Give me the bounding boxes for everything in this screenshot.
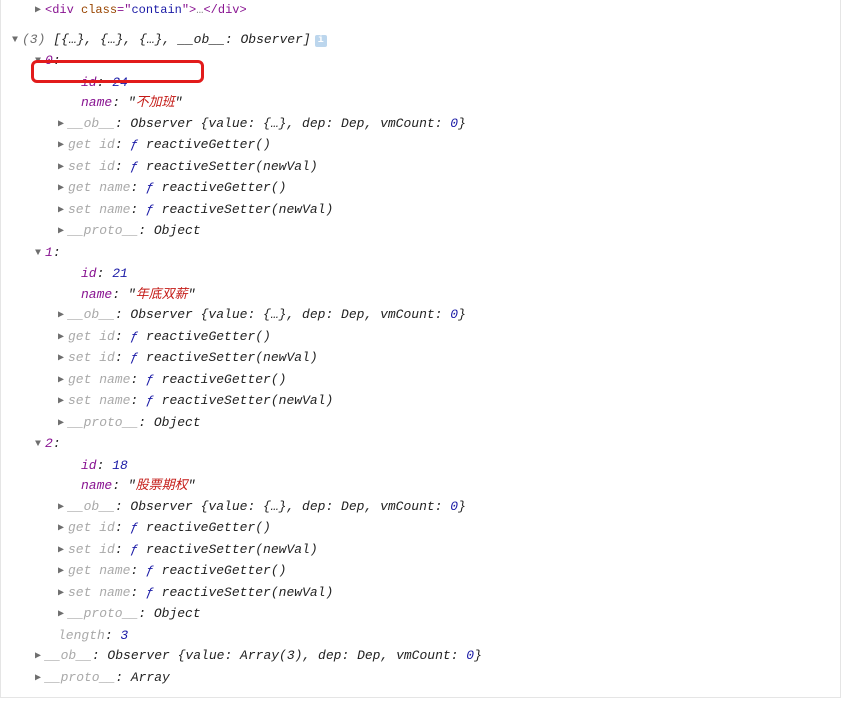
array-summary: [{…}, {…}, {…},: [53, 32, 178, 47]
chevron-right-icon: [58, 136, 68, 157]
setter-row[interactable]: set id: ƒ reactiveSetter(newVal): [1, 348, 840, 370]
name-value: 不加班: [136, 95, 175, 110]
getter-row[interactable]: get id: ƒ reactiveGetter(): [1, 327, 840, 349]
chevron-right-icon: [58, 222, 68, 243]
chevron-right-icon: [58, 201, 68, 222]
getter-row[interactable]: get name: ƒ reactiveGetter(): [1, 178, 840, 200]
property-row-id[interactable]: id: 21: [1, 264, 840, 285]
chevron-right-icon: [58, 498, 68, 519]
array-index: 0: [45, 53, 53, 68]
proto-row[interactable]: __proto__: Object: [1, 413, 840, 435]
chevron-right-icon: [35, 647, 45, 668]
chevron-down-icon: [35, 244, 45, 265]
property-row-name[interactable]: name: "股票期权": [1, 476, 840, 497]
setter-row[interactable]: set id: ƒ reactiveSetter(newVal): [1, 540, 840, 562]
chevron-right-icon: [58, 349, 68, 370]
setter-row[interactable]: set id: ƒ reactiveSetter(newVal): [1, 157, 840, 179]
proto-row[interactable]: __proto__: Object: [1, 604, 840, 626]
id-value: 18: [112, 458, 128, 473]
chevron-right-icon: [35, 669, 45, 690]
array-index: 2: [45, 436, 53, 451]
chevron-right-icon: [58, 306, 68, 327]
length-value: 3: [120, 628, 128, 643]
id-value: 21: [112, 266, 128, 281]
getter-row[interactable]: get id: ƒ reactiveGetter(): [1, 518, 840, 540]
array-index-row[interactable]: 2:: [1, 434, 840, 456]
array-index: 1: [45, 245, 53, 260]
chevron-right-icon: [58, 519, 68, 540]
chevron-right-icon: [58, 371, 68, 392]
array-ob-row[interactable]: __ob__: Observer {value: Array(3), dep: …: [1, 646, 840, 668]
chevron-right-icon: [58, 562, 68, 583]
chevron-right-icon: [58, 179, 68, 200]
property-row-name[interactable]: name: "不加班": [1, 93, 840, 114]
property-row-id[interactable]: id: 18: [1, 456, 840, 477]
getter-row[interactable]: get name: ƒ reactiveGetter(): [1, 370, 840, 392]
getter-row[interactable]: get id: ƒ reactiveGetter(): [1, 135, 840, 157]
getter-row[interactable]: get name: ƒ reactiveGetter(): [1, 561, 840, 583]
array-header-row[interactable]: (3) [{…}, {…}, {…}, __ob__: Observer]i: [1, 30, 840, 52]
chevron-right-icon: [58, 584, 68, 605]
array-index-row[interactable]: 1:: [1, 243, 840, 265]
chevron-right-icon: [58, 392, 68, 413]
array-count: (3): [22, 32, 53, 47]
chevron-right-icon: [58, 158, 68, 179]
name-value: 股票期权: [136, 478, 188, 493]
array-proto-row[interactable]: __proto__: Array: [1, 668, 840, 690]
chevron-down-icon: [35, 52, 45, 73]
html-element-line[interactable]: <div class="contain">…</div>: [1, 0, 840, 22]
chevron-right-icon: [58, 414, 68, 435]
chevron-right-icon: [58, 541, 68, 562]
setter-row[interactable]: set name: ƒ reactiveSetter(newVal): [1, 200, 840, 222]
proto-row[interactable]: __proto__: Object: [1, 221, 840, 243]
info-icon[interactable]: i: [315, 35, 327, 47]
property-row-id[interactable]: id: 24: [1, 73, 840, 94]
property-row-ob[interactable]: __ob__: Observer {value: {…}, dep: Dep, …: [1, 114, 840, 136]
chevron-right-icon: [58, 328, 68, 349]
name-value: 年底双薪: [136, 287, 188, 302]
chevron-right-icon: [35, 1, 45, 22]
chevron-right-icon: [58, 115, 68, 136]
chevron-down-icon: [12, 31, 22, 52]
property-row-ob[interactable]: __ob__: Observer {value: {…}, dep: Dep, …: [1, 497, 840, 519]
property-row-name[interactable]: name: "年底双薪": [1, 285, 840, 306]
setter-row[interactable]: set name: ƒ reactiveSetter(newVal): [1, 391, 840, 413]
array-index-row[interactable]: 0:: [1, 51, 840, 73]
setter-row[interactable]: set name: ƒ reactiveSetter(newVal): [1, 583, 840, 605]
chevron-down-icon: [35, 435, 45, 456]
chevron-right-icon: [58, 605, 68, 626]
length-row[interactable]: length: 3: [1, 626, 840, 647]
property-row-ob[interactable]: __ob__: Observer {value: {…}, dep: Dep, …: [1, 305, 840, 327]
id-value: 24: [112, 75, 128, 90]
